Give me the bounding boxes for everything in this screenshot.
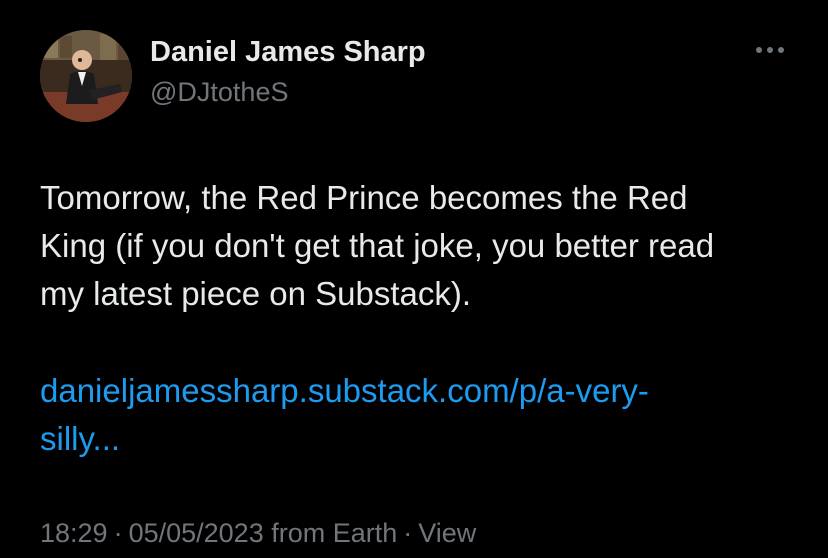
tweet-time[interactable]: 18:29 (40, 518, 108, 548)
author-display-name[interactable]: Daniel James Sharp (150, 36, 426, 69)
tweet-text-line: Tomorrow, the Red Prince becomes the Red (40, 179, 688, 216)
tweet-text-line: King (if you don't get that joke, you be… (40, 227, 715, 264)
author-handle[interactable]: @DJtotheS (150, 77, 288, 108)
meta-separator: · (403, 518, 413, 548)
link-text-line: danieljamessharp.substack.com/p/a-very- (40, 372, 649, 409)
tweet-card: Daniel James Sharp @DJtotheS Tomorrow, t… (0, 0, 828, 558)
tweet-text-line: my latest piece on Substack). (40, 275, 472, 312)
more-horizontal-icon (756, 47, 784, 53)
link-text-line: silly... (40, 420, 121, 457)
more-options-button[interactable] (750, 36, 790, 64)
tweet-text: Tomorrow, the Red Prince becomes the Red… (40, 174, 800, 318)
meta-separator: · (113, 518, 123, 548)
view-link[interactable]: View (418, 518, 476, 548)
tweet-metadata: 18:29 · 05/05/2023 from Earth · View (40, 518, 476, 549)
tweet-date-location: 05/05/2023 from Earth (128, 518, 398, 548)
substack-link[interactable]: danieljamessharp.substack.com/p/a-very- … (40, 367, 800, 463)
avatar[interactable] (40, 30, 132, 122)
